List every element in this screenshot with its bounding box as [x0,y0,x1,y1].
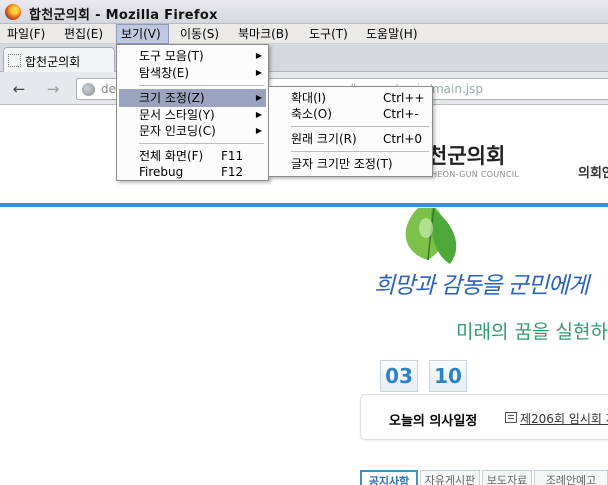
menu-item-firebug[interactable]: Firebug F12 [119,163,266,181]
header-divider [0,203,608,207]
tab-notice[interactable]: 공지사항 [360,470,418,485]
forward-arrow-icon[interactable]: → [42,79,64,99]
menu-separator [139,85,264,86]
menu-help[interactable]: 도움말(H) [362,24,422,44]
menu-bookmarks[interactable]: 북마크(B) [234,24,293,44]
window-title: 합천군의회 - Mozilla Firefox [29,8,218,23]
slogan-main: 희망과 감동을 군민에게 [374,273,589,299]
menu-item-reset-zoom[interactable]: 원래 크기(R) Ctrl+0 [271,130,430,148]
menu-separator [291,126,429,127]
date-day: 10 [429,360,467,392]
tab-press[interactable]: 보도자료 [482,470,532,485]
menu-item-zoom-text-only[interactable]: 글자 크기만 조정(T) [271,155,430,173]
menu-item-zoom-out[interactable]: 축소(O) Ctrl+- [271,105,430,123]
menu-item-character-encoding[interactable]: 문자 인코딩(C) ▶ [119,122,266,140]
list-icon [505,412,517,423]
zoom-submenu: 확대(I) Ctrl++ 축소(O) Ctrl+- 원래 크기(R) Ctrl+0 글… [268,86,433,177]
title-bar: 합천군의회 - Mozilla Firefox [0,0,608,24]
globe-icon [82,83,95,96]
menu-separator [291,151,429,152]
site-nav-item[interactable]: 의회안 [578,162,608,181]
slogan-sub: 미래의 꿈을 실현하 [456,321,608,343]
url-text-start: de [101,82,116,96]
tab-label: 합천군의회 [25,55,81,69]
menu-item-toolbars[interactable]: 도구 모음(T) ▶ [119,47,266,65]
schedule-panel: 오늘의 의사일정 제206회 임시회 제 [360,394,608,440]
browser-tab[interactable]: 합천군의회 [3,47,115,72]
tab-ordinance[interactable]: 조례안예고 [534,470,608,485]
menu-bar: 파일(F) 편집(E) 보기(V) 이동(S) 북마크(B) 도구(T) 도움말… [0,24,608,44]
menu-view[interactable]: 보기(V) [116,24,169,44]
page-favicon-icon [8,54,21,67]
menu-separator [139,143,264,144]
tab-free-board[interactable]: 자유게시판 [420,470,480,485]
menu-edit[interactable]: 편집(E) [60,24,107,44]
menu-file[interactable]: 파일(F) [3,24,49,44]
menu-item-sidebar[interactable]: 탐색창(E) ▶ [119,64,266,82]
back-arrow-icon[interactable]: ← [8,79,30,99]
view-menu-dropdown: 도구 모음(T) ▶ 탐색창(E) ▶ 크기 조정(Z) ▶ 문서 스타일(Y) ▶ 문… [116,44,269,181]
site-logo[interactable]: 천군의회 [428,140,505,170]
schedule-title: 오늘의 의사일정 [389,414,478,429]
menu-go[interactable]: 이동(S) [176,24,223,44]
schedule-link[interactable]: 제206회 임시회 제 [520,410,608,427]
firefox-icon [5,4,21,20]
date-month: 03 [380,360,418,392]
menu-tools[interactable]: 도구(T) [305,24,352,44]
menu-item-zoom[interactable]: 크기 조정(Z) ▶ [119,89,266,107]
tab-strip: 합천군의회 [0,44,608,72]
leaf-illustration-icon [405,208,457,264]
